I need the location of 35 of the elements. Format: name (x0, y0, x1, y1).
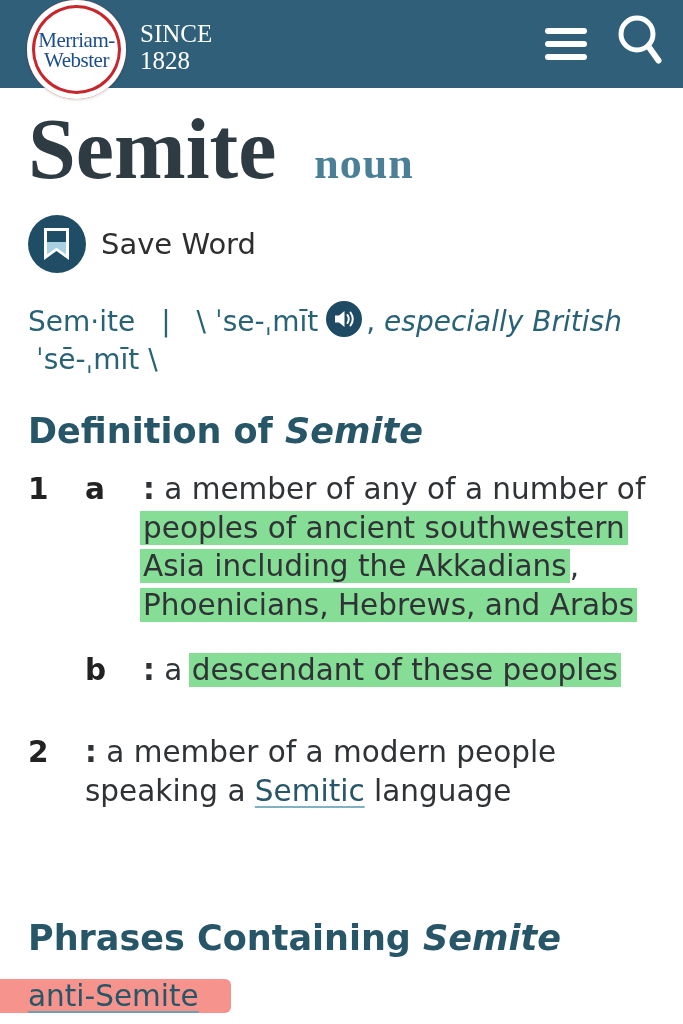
link[interactable]: Semitic (254, 773, 365, 808)
search-button[interactable] (618, 15, 662, 64)
definition-text: : a (143, 653, 184, 688)
sense-number: 1 (28, 471, 50, 508)
part-of-speech: noun (314, 138, 414, 189)
sense-letter: a (85, 471, 106, 508)
definition-text: speaking a (85, 773, 247, 808)
headword: Semite (28, 106, 277, 192)
variant-label: , especially British (366, 305, 622, 338)
sense-number: 2 (28, 733, 50, 771)
separator: | (161, 305, 171, 338)
section-heading: Phrases Containing Semite (28, 917, 562, 961)
highlighted-text: Phoenicians, Hebrews, and Arabs (140, 587, 638, 622)
phrase-link[interactable]: anti-Semite (0, 979, 231, 1014)
definition-text: , (569, 549, 580, 584)
tagline: SINCE 1828 (140, 20, 213, 74)
bookmark-icon (28, 215, 86, 273)
highlighted-text: peoples of ancient southwestern (140, 510, 628, 545)
section-heading: Definition of Semite (28, 410, 424, 453)
logo-badge[interactable]: Merriam- Webster (27, 0, 126, 99)
logo-text: Merriam- Webster (38, 29, 115, 70)
definition-text: language (373, 773, 512, 808)
definition-text: : a member of a modern people (85, 734, 557, 769)
variant-pronunciation: ˈsē-ˌmīt \ (36, 343, 158, 376)
speaker-icon[interactable] (326, 301, 363, 337)
sense-letter: b (85, 652, 108, 690)
highlighted-text: Asia including the Akkadians (140, 549, 570, 584)
syllables: Sem·ite (28, 305, 136, 338)
highlighted-text: descendant of these peoples (188, 653, 621, 688)
menu-icon (545, 28, 587, 60)
search-icon (618, 15, 662, 64)
pronunciation: \ ˈse-ˌmīt (196, 305, 319, 338)
menu-button[interactable] (545, 28, 587, 60)
definition-text: : a member of any of a number of (143, 472, 646, 506)
save-word-button[interactable]: Save Word (28, 215, 256, 273)
